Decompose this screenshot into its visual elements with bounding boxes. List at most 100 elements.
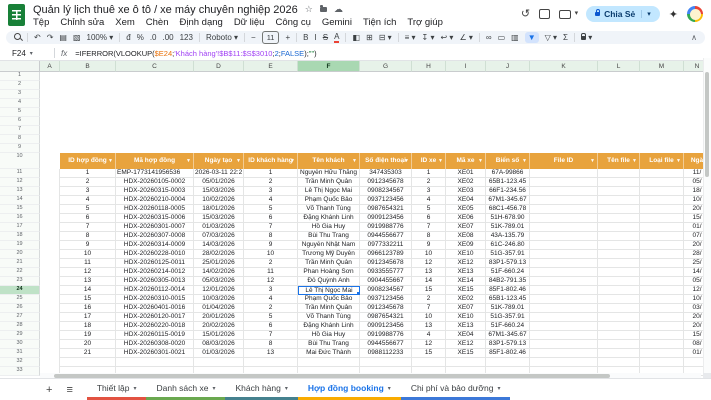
- row-header-6[interactable]: 6: [0, 117, 40, 126]
- row-header-3[interactable]: 3: [0, 90, 40, 99]
- cell[interactable]: 2026-03-11 22:2: [194, 169, 244, 178]
- insert-chart-icon[interactable]: ▥: [511, 32, 519, 43]
- row-header-20[interactable]: 20: [0, 250, 40, 259]
- column-header-G[interactable]: G: [360, 61, 412, 72]
- cell[interactable]: [640, 232, 684, 241]
- cell[interactable]: [640, 178, 684, 187]
- column-header-J[interactable]: J: [486, 61, 530, 72]
- cell[interactable]: [640, 259, 684, 268]
- cell[interactable]: 61C-246.80: [486, 241, 530, 250]
- cell[interactable]: [640, 322, 684, 331]
- filter-funnel-icon[interactable]: ▼: [590, 159, 595, 164]
- cell[interactable]: XE13: [446, 322, 486, 331]
- cell[interactable]: [598, 358, 640, 367]
- cell[interactable]: 07/03/2026: [194, 232, 244, 241]
- cell[interactable]: 7: [412, 223, 446, 232]
- row-header-23[interactable]: 23: [0, 277, 40, 286]
- cell[interactable]: 13: [244, 349, 298, 358]
- increase-font-size-icon[interactable]: +: [285, 32, 290, 43]
- avatar[interactable]: [687, 6, 703, 22]
- cell[interactable]: XE10: [446, 250, 486, 259]
- cell[interactable]: 85F1-802.46: [486, 349, 530, 358]
- cell[interactable]: [598, 232, 640, 241]
- cell[interactable]: 2: [244, 304, 298, 313]
- cell[interactable]: Hồ Gia Huy: [298, 331, 360, 340]
- cell[interactable]: XE14: [446, 277, 486, 286]
- cell[interactable]: [530, 286, 598, 295]
- cell[interactable]: [640, 349, 684, 358]
- row-header-28[interactable]: 28: [0, 322, 40, 331]
- cell[interactable]: 6: [412, 214, 446, 223]
- decrease-decimals-icon[interactable]: .0: [150, 32, 157, 43]
- cell[interactable]: [598, 196, 640, 205]
- cell[interactable]: HDX-20260310-0015: [116, 295, 194, 304]
- cell[interactable]: [530, 187, 598, 196]
- cell[interactable]: [640, 277, 684, 286]
- cell[interactable]: [530, 241, 598, 250]
- cell[interactable]: HDX-20260307-0008: [116, 232, 194, 241]
- sheet-tab-2[interactable]: Khách hàng▾: [225, 379, 297, 400]
- cell[interactable]: HDX-20260401-0016: [116, 304, 194, 313]
- cell[interactable]: [530, 196, 598, 205]
- table-header[interactable]: Ngày tạo▼: [194, 153, 244, 169]
- cell[interactable]: 15: [412, 349, 446, 358]
- cell[interactable]: 08/03/2026: [194, 340, 244, 349]
- column-header-L[interactable]: L: [598, 61, 640, 72]
- column-header-A[interactable]: A: [40, 61, 60, 72]
- cell[interactable]: [598, 250, 640, 259]
- cell[interactable]: 20/02/2026: [194, 322, 244, 331]
- cell[interactable]: 18/01/2026: [194, 205, 244, 214]
- insert-link-icon[interactable]: ∞: [486, 32, 492, 43]
- row-header-21[interactable]: 21: [0, 259, 40, 268]
- cell[interactable]: 05/01/2026: [194, 178, 244, 187]
- cell[interactable]: 0987654321: [360, 313, 412, 322]
- cell[interactable]: 13: [60, 277, 116, 286]
- cell[interactable]: HDX-20260115-0019: [116, 331, 194, 340]
- sheet-tab-4[interactable]: Chi phí và bảo dưỡng▾: [401, 379, 511, 400]
- row-header-26[interactable]: 26: [0, 304, 40, 313]
- cell[interactable]: 10/02/2026: [194, 196, 244, 205]
- cell[interactable]: 0977332211: [360, 241, 412, 250]
- column-header-B[interactable]: B: [60, 61, 116, 72]
- cell[interactable]: HDX-20260120-0017: [116, 313, 194, 322]
- formula-input[interactable]: =IFERROR(VLOOKUP($E24;'Khách hàng'!$B$11…: [75, 49, 316, 58]
- cell[interactable]: [530, 277, 598, 286]
- cell[interactable]: 0937123456: [360, 295, 412, 304]
- percent-format-icon[interactable]: %: [137, 32, 144, 43]
- zoom-select[interactable]: 100% ▾: [87, 32, 114, 43]
- italic-icon[interactable]: I: [315, 32, 317, 43]
- cell[interactable]: 17: [60, 313, 116, 322]
- row-header-19[interactable]: 19: [0, 241, 40, 250]
- cell[interactable]: XE03: [446, 187, 486, 196]
- cell[interactable]: XE08: [446, 232, 486, 241]
- cell[interactable]: 7: [244, 223, 298, 232]
- filter-funnel-icon[interactable]: ▼: [352, 159, 357, 164]
- cell[interactable]: XE07: [446, 304, 486, 313]
- cell[interactable]: 67M1-345.67: [486, 196, 530, 205]
- cell[interactable]: 2: [412, 295, 446, 304]
- column-header-E[interactable]: E: [244, 61, 298, 72]
- cell[interactable]: [530, 268, 598, 277]
- cell[interactable]: [244, 358, 298, 367]
- cell[interactable]: 01/03/2026: [194, 349, 244, 358]
- row-header-31[interactable]: 31: [0, 349, 40, 358]
- cell[interactable]: Bùi Thu Trang: [298, 340, 360, 349]
- cell[interactable]: 0919988776: [360, 223, 412, 232]
- gemini-icon[interactable]: ✦: [669, 8, 678, 21]
- cell[interactable]: [194, 358, 244, 367]
- cell[interactable]: 2: [244, 259, 298, 268]
- tab-caret-icon[interactable]: ▾: [212, 385, 215, 392]
- cell[interactable]: 0909123456: [360, 322, 412, 331]
- merge-cells-icon[interactable]: ⊟ ▾: [379, 32, 392, 43]
- cell[interactable]: [640, 358, 684, 367]
- cell[interactable]: 43A-135.79: [486, 232, 530, 241]
- font-size-input[interactable]: 11: [262, 31, 280, 44]
- cell[interactable]: [530, 304, 598, 313]
- cell[interactable]: [640, 331, 684, 340]
- cell[interactable]: 14: [412, 277, 446, 286]
- filter-funnel-icon[interactable]: ▼: [478, 159, 483, 164]
- row-header-8[interactable]: 8: [0, 135, 40, 144]
- cell[interactable]: XE09: [446, 241, 486, 250]
- cell[interactable]: 14/03/2026: [194, 241, 244, 250]
- borders-icon[interactable]: ⊞: [366, 32, 373, 43]
